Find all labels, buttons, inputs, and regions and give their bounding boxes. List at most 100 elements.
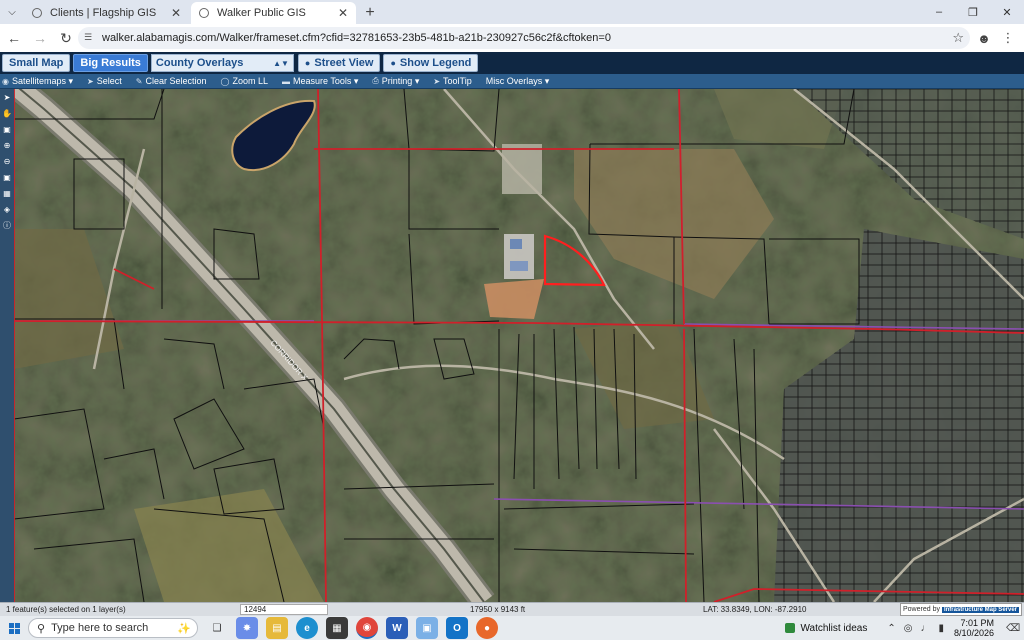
eraser-icon: ✎ [135,76,143,86]
refresh-icon[interactable]: ◈ [2,204,12,214]
measure-tools-label: Measure Tools [292,76,352,86]
street-view-button[interactable]: ● Street View [297,54,381,72]
close-icon[interactable]: ✕ [338,6,348,20]
tab-title: Clients | Flagship GIS [50,7,157,19]
clock-time: 7:01 PM [960,618,994,628]
tab-walker-public-gis[interactable]: Walker Public GIS ✕ [191,2,356,24]
small-map-button[interactable]: Small Map [2,54,71,72]
reload-icon[interactable]: ↻ [54,26,78,50]
kebab-menu-icon[interactable]: ⋮ [996,26,1020,50]
misc-overlays-label: Misc Overlays [485,76,543,86]
photos-icon[interactable]: ▣ [416,617,438,639]
url-text: walker.alabamagis.com/Walker/frameset.cf… [102,32,611,44]
store-icon[interactable]: ▦ [326,617,348,639]
select-tool[interactable]: ➤ Select [87,76,122,86]
zoom-ll-tool[interactable]: ◯ Zoom LL [221,76,268,86]
speaker-icon[interactable]: ♩ [920,623,930,634]
satellitemaps-menu[interactable]: ◉ Satellitemaps ▾ [2,76,73,87]
tooltip-tool[interactable]: ➤ ToolTip [433,76,471,86]
notifications-icon[interactable]: ⌫ [1006,616,1020,640]
globe-icon [32,8,42,18]
bing-sparkle-icon: ✨ [177,622,191,635]
copilot-icon[interactable]: ✸ [236,617,258,639]
site-info-icon[interactable]: ☰ [84,32,96,44]
close-icon[interactable]: ✕ [171,6,181,20]
close-window-icon[interactable]: ✕ [990,0,1024,24]
profile-icon[interactable]: ☻ [972,26,996,50]
tab-title: Walker Public GIS [217,7,306,19]
zoom-out-icon[interactable]: ⊖ [2,156,12,166]
tooltip-label: ToolTip [443,76,472,86]
window-controls: – ❐ ✕ [922,0,1024,24]
show-legend-label: Show Legend [399,57,472,69]
globe-icon [199,8,209,18]
outlook-icon[interactable]: O [446,617,468,639]
file-explorer-icon[interactable]: ▤ [266,617,288,639]
edge-icon[interactable]: e [296,617,318,639]
printing-label: Printing [381,76,413,86]
task-view-icon[interactable]: ❑ [206,617,228,639]
windows-start-icon[interactable] [0,616,28,640]
back-arrow-icon[interactable]: ← [2,26,26,50]
search-placeholder: Type here to search [51,622,149,634]
powered-by-brand: Infrastructure Map Server [941,606,1019,613]
url-field[interactable]: ☰ walker.alabamagis.com/Walker/frameset.… [78,27,970,49]
show-legend-button[interactable]: ● Show Legend [383,54,479,72]
chevron-down-icon[interactable]: ⌵ [0,0,24,24]
big-results-button[interactable]: Big Results [73,54,148,72]
taskbar-search[interactable]: ⚲ Type here to search ✨ [28,618,198,638]
pointer-icon[interactable]: ➤ [2,92,12,102]
misc-overlays-menu[interactable]: Misc Overlays ▾ [486,76,550,87]
zoom-in-icon[interactable]: ⊕ [2,140,12,150]
select-label: Select [96,76,122,86]
powered-by-text: Powered by [903,606,940,613]
address-bar-row: ← → ↻ ☰ walker.alabamagis.com/Walker/fra… [0,24,1024,52]
pan-hand-icon[interactable]: ✋ [2,108,12,118]
county-overlays-value: County Overlays [155,57,244,69]
tray-chevron-icon[interactable]: ⌃ [887,623,895,634]
watchlist-widget[interactable]: Watchlist ideas [785,623,867,634]
battery-icon[interactable]: ▮ [938,623,944,634]
latlon-readout: LAT: 33.8349, LON: -87.2910 [703,605,807,614]
county-overlays-select[interactable]: County Overlays ▲▼ [150,54,294,72]
tab-clients-flagship[interactable]: Clients | Flagship GIS ✕ [24,2,189,24]
watchlist-label: Watchlist ideas [800,622,868,634]
chrome-icon[interactable]: ◉ [356,617,378,639]
globe-icon: ◉ [2,76,9,86]
status-bar: 1 feature(s) selected on 1 layer(s) 1249… [0,602,1024,616]
forward-arrow-icon[interactable]: → [28,26,52,50]
extent-readout: 17950 x 9143 ft [470,605,526,614]
printing-menu[interactable]: ⎙ Printing ▾ [372,76,419,87]
browser-tab-bar: ⌵ Clients | Flagship GIS ✕ Walker Public… [0,0,1024,24]
minimize-icon[interactable]: – [922,0,956,24]
updown-icon: ▲▼ [273,58,289,68]
star-icon[interactable]: ☆ [952,30,964,46]
firefox-icon[interactable]: ● [476,617,498,639]
clear-selection-tool[interactable]: ✎ Clear Selection [136,76,207,86]
legend-icon: ● [390,58,396,68]
network-icon[interactable]: ◎ [904,623,913,634]
stock-chart-icon [785,623,796,633]
measure-tools-menu[interactable]: ▬ Measure Tools ▾ [282,76,358,87]
identify-icon[interactable]: ▣ [2,124,12,134]
scale-input[interactable]: 12494 [240,604,328,615]
map-side-tools: ➤ ✋ ▣ ⊕ ⊖ ▣ ▦ ◈ ⓘ [0,89,14,602]
full-extent-icon[interactable]: ▣ [2,172,12,182]
pin-icon: ● [304,58,311,68]
zoom-icon: ◯ [220,76,230,86]
street-view-label: Street View [314,57,374,69]
info-icon[interactable]: ⓘ [2,220,12,230]
taskbar-clock[interactable]: 7:01 PM 8/10/2026 [954,618,994,638]
restore-icon[interactable]: ❐ [956,0,990,24]
selection-status: 1 feature(s) selected on 1 layer(s) [6,605,126,614]
satellitemaps-label: Satellitemaps [11,76,67,86]
ruler-icon: ▬ [281,76,290,86]
zoom-ll-label: Zoom LL [232,76,268,86]
aerial-map[interactable]: CORRIDOR X [14,89,1024,602]
layers-icon[interactable]: ▦ [2,188,12,198]
map-view[interactable]: CORRIDOR X [14,89,1024,602]
powered-by-badge[interactable]: Powered by Infrastructure Map Server [900,603,1022,616]
word-icon[interactable]: W [386,617,408,639]
windows-taskbar: ⚲ Type here to search ✨ ❑ ✸ ▤ e ▦ ◉ W ▣ … [0,616,1024,640]
plus-icon[interactable]: + [358,2,382,24]
